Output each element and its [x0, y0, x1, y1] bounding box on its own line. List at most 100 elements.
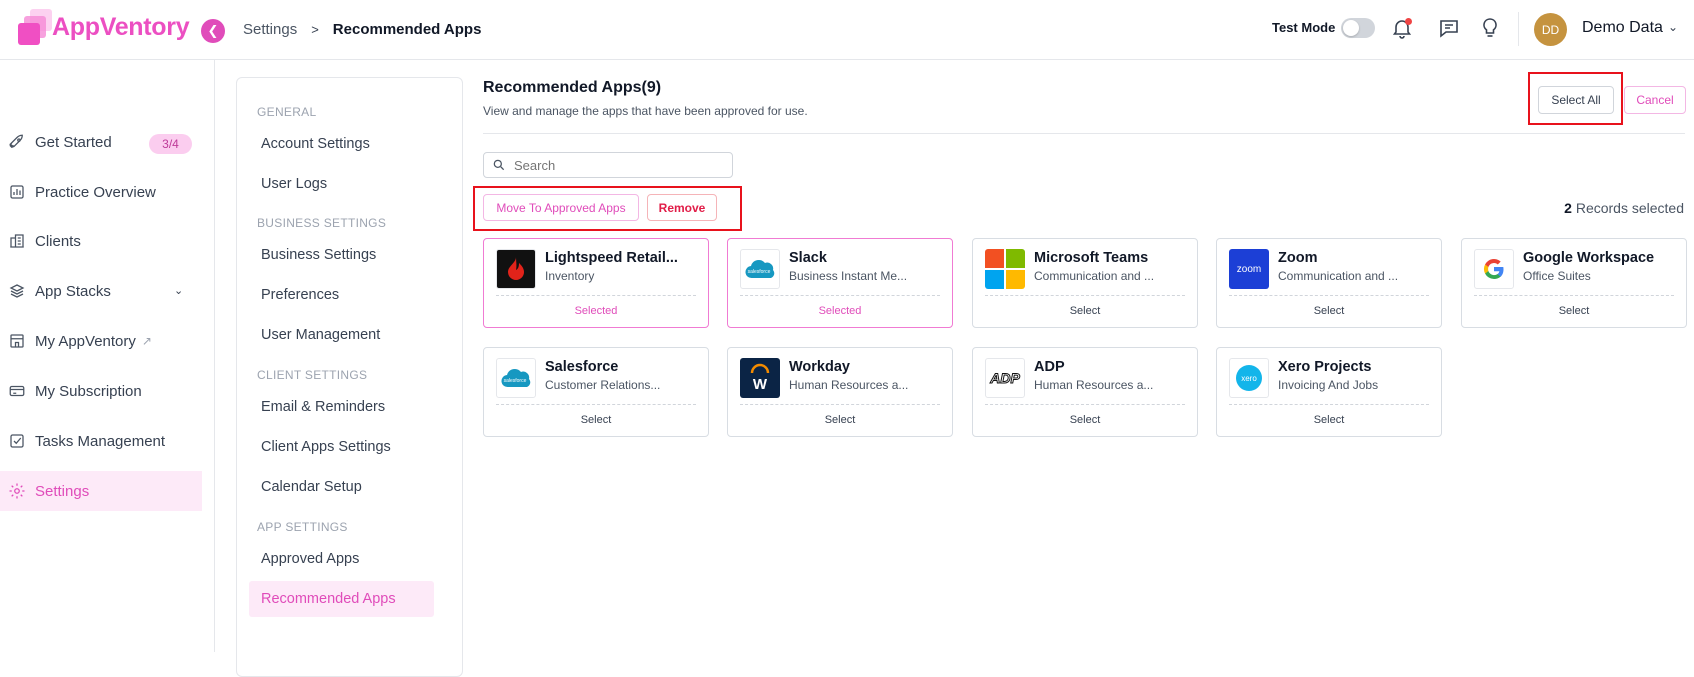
xero-logo-icon: xero [1229, 358, 1269, 398]
settings-item-recommended-apps[interactable]: Recommended Apps [249, 581, 434, 617]
app-name: Salesforce [545, 359, 619, 375]
lightbulb-icon[interactable] [1478, 16, 1502, 40]
sidebar-item-get-started[interactable]: Get Started 3/4 [0, 122, 202, 162]
app-category: Inventory [545, 269, 595, 283]
cancel-button[interactable]: Cancel [1624, 86, 1686, 114]
gear-icon [8, 482, 26, 500]
app-select-toggle[interactable]: Select [728, 414, 952, 426]
app-card-adp[interactable]: ADP ADP Human Resources a... Select [972, 347, 1198, 437]
store-icon [8, 332, 26, 350]
app-category: Invoicing And Jobs [1278, 378, 1379, 392]
zoom-logo-icon: zoom [1229, 249, 1269, 289]
settings-item-approved-apps[interactable]: Approved Apps [249, 541, 434, 577]
records-text: Records selected [1575, 200, 1684, 216]
sidebar-item-label: Tasks Management [35, 432, 166, 450]
app-card-google-workspace[interactable]: Google Workspace Office Suites Select [1461, 238, 1687, 328]
sidebar-item-tasks-management[interactable]: Tasks Management [0, 421, 202, 461]
top-header: AppVentory ❮ Settings > Recommended Apps… [0, 0, 1694, 60]
sidebar-item-practice-overview[interactable]: Practice Overview [0, 172, 202, 212]
chevron-down-icon[interactable]: ⌄ [174, 284, 183, 297]
divider [483, 133, 1685, 134]
svg-text:W: W [753, 376, 768, 393]
highlight-box-select-all [1528, 72, 1623, 125]
salesforce-cloud-logo-icon: salesforce [740, 249, 780, 289]
bell-icon[interactable] [1390, 16, 1414, 40]
app-category: Communication and ... [1278, 269, 1399, 283]
app-card-workday[interactable]: W Workday Human Resources a... Select [727, 347, 953, 437]
app-card-salesforce[interactable]: salesforce Salesforce Customer Relations… [483, 347, 709, 437]
app-select-toggle[interactable]: Select [1462, 305, 1686, 317]
search-box[interactable] [483, 152, 733, 178]
app-name: Google Workspace [1523, 250, 1655, 266]
app-select-toggle[interactable]: Selected [484, 305, 708, 317]
sidebar-item-label: My Subscription [35, 382, 142, 400]
app-name: Xero Projects [1278, 359, 1372, 375]
app-select-toggle[interactable]: Selected [728, 305, 952, 317]
breadcrumb-settings-link[interactable]: Settings [243, 21, 297, 38]
app-select-toggle[interactable]: Select [484, 414, 708, 426]
user-name[interactable]: Demo Data [1582, 19, 1663, 37]
search-input[interactable] [514, 157, 714, 173]
sidebar-item-label: Get Started [35, 133, 112, 151]
app-name: AppVentory [52, 12, 190, 41]
app-category: Human Resources a... [1034, 378, 1154, 392]
progress-badge: 3/4 [149, 134, 192, 154]
sidebar-item-settings[interactable]: Settings [0, 471, 202, 511]
sidebar-item-clients[interactable]: Clients [0, 221, 202, 261]
collapse-sidebar-button[interactable]: ❮ [201, 19, 225, 43]
building-icon [8, 232, 26, 250]
header-divider [1518, 12, 1519, 46]
svg-text:salesforce: salesforce [748, 269, 771, 275]
svg-text:ADP: ADP [989, 370, 1020, 386]
sidebar-item-label: Settings [35, 482, 90, 500]
settings-item-client-apps-settings[interactable]: Client Apps Settings [249, 429, 434, 465]
section-label-client: CLIENT SETTINGS [257, 368, 368, 382]
workday-logo-icon: W [740, 358, 780, 398]
checkbox-icon [8, 432, 26, 450]
section-label-app: APP SETTINGS [257, 520, 348, 534]
sidebar: Get Started 3/4 Practice Overview Client… [0, 60, 215, 652]
app-logo[interactable]: AppVentory [18, 9, 191, 45]
app-card-zoom[interactable]: zoom Zoom Communication and ... Select [1216, 238, 1442, 328]
settings-item-user-management[interactable]: User Management [249, 317, 434, 353]
app-card-slack[interactable]: salesforce Slack Business Instant Me... … [727, 238, 953, 328]
app-card-microsoft-teams[interactable]: Microsoft Teams Communication and ... Se… [972, 238, 1198, 328]
settings-item-business-settings[interactable]: Business Settings [249, 237, 434, 273]
sidebar-item-label: My AppVentory [35, 332, 136, 350]
card-icon [8, 382, 26, 400]
rocket-icon [8, 133, 26, 151]
settings-item-account-settings[interactable]: Account Settings [249, 126, 434, 162]
avatar[interactable]: DD [1534, 13, 1567, 46]
settings-item-user-logs[interactable]: User Logs [249, 166, 434, 202]
chevron-left-icon: ❮ [207, 23, 219, 38]
appventory-logo-icon [18, 9, 54, 45]
settings-item-email-reminders[interactable]: Email & Reminders [249, 389, 434, 425]
app-card-lightspeed[interactable]: Lightspeed Retail... Inventory Selected [483, 238, 709, 328]
svg-text:zoom: zoom [1237, 264, 1261, 275]
app-category: Customer Relations... [545, 378, 661, 392]
chevron-down-icon[interactable]: ⌄ [1668, 20, 1678, 34]
app-card-xero-projects[interactable]: xero Xero Projects Invoicing And Jobs Se… [1216, 347, 1442, 437]
sidebar-item-my-subscription[interactable]: My Subscription [0, 371, 202, 411]
breadcrumb-separator: > [311, 22, 319, 37]
lightspeed-logo-icon [496, 249, 536, 289]
layers-icon [8, 282, 26, 300]
svg-text:xero: xero [1241, 374, 1257, 383]
test-mode-toggle[interactable] [1341, 18, 1375, 38]
app-select-toggle[interactable]: Select [973, 305, 1197, 317]
settings-item-calendar-setup[interactable]: Calendar Setup [249, 469, 434, 505]
settings-item-preferences[interactable]: Preferences [249, 277, 434, 313]
app-name: Slack [789, 250, 827, 266]
sidebar-item-label: Practice Overview [35, 183, 156, 201]
chat-icon[interactable] [1437, 16, 1461, 40]
sidebar-item-label: App Stacks [35, 282, 111, 300]
microsoft-logo-icon [985, 249, 1025, 289]
adp-logo-icon: ADP [985, 358, 1025, 398]
external-link-icon: ↗ [141, 334, 152, 348]
app-select-toggle[interactable]: Select [1217, 305, 1441, 317]
google-logo-icon [1474, 249, 1514, 289]
sidebar-item-my-appventory[interactable]: My AppVentory ↗ [0, 321, 202, 361]
app-select-toggle[interactable]: Select [973, 414, 1197, 426]
sidebar-item-app-stacks[interactable]: App Stacks ⌄ [0, 271, 202, 311]
app-select-toggle[interactable]: Select [1217, 414, 1441, 426]
